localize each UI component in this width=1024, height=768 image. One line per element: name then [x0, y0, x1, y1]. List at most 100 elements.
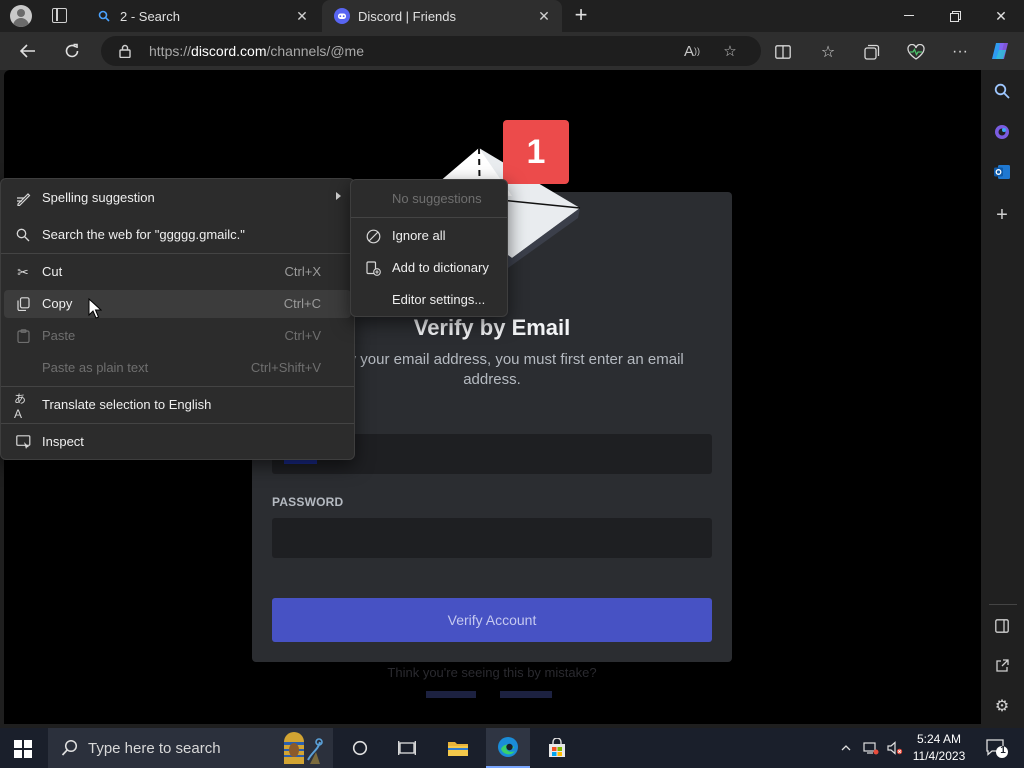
spelling-submenu: No suggestions Ignore all Add to diction… [350, 179, 508, 317]
show-hidden-icons-chevron-icon[interactable] [836, 728, 856, 768]
tab-search[interactable]: 2 - Search ✕ [84, 0, 320, 32]
minimize-button[interactable] [886, 0, 932, 32]
new-tab-button[interactable]: + [569, 4, 593, 28]
search-icon[interactable] [991, 80, 1013, 102]
search-icon [14, 226, 32, 244]
cortana-icon[interactable] [338, 728, 382, 768]
collections-icon[interactable] [861, 41, 883, 63]
network-icon[interactable] [860, 728, 882, 768]
microsoft-store-icon[interactable] [535, 728, 579, 768]
task-view-icon[interactable] [385, 728, 429, 768]
inspect-icon [14, 433, 32, 451]
copy-icon [14, 295, 32, 313]
taskbar-search-placeholder: Type here to search [88, 740, 221, 757]
close-tab-icon[interactable]: ✕ [294, 8, 310, 24]
footer-links[interactable] [252, 687, 732, 702]
menu-item-paste-plain[interactable]: Paste as plain text Ctrl+Shift+V [4, 354, 351, 382]
tab-actions-icon[interactable] [52, 8, 67, 23]
browser-tab-strip: 2 - Search ✕ Discord | Friends ✕ + ✕ [0, 0, 1024, 32]
copilot-sidebar-icon[interactable] [991, 121, 1013, 143]
copilot-icon[interactable] [990, 40, 1012, 62]
close-window-button[interactable]: ✕ [978, 0, 1024, 32]
refresh-button[interactable] [57, 36, 87, 66]
search-icon [96, 8, 112, 24]
menu-item-paste[interactable]: Paste Ctrl+V [4, 322, 351, 350]
menu-item-label: Paste as plain text [42, 360, 149, 375]
menu-divider [1, 423, 354, 424]
context-menu: Spelling suggestion Search the web for "… [0, 178, 355, 460]
menu-item-cut[interactable]: ✂ Cut Ctrl+X [4, 258, 351, 286]
back-button[interactable] [13, 36, 43, 66]
address-bar[interactable]: https://discord.com/channels/@me A)) ☆ [101, 36, 761, 66]
menu-item-label: Search the web for "ggggg.gmailc." [42, 227, 245, 242]
submenu-item-label: Editor settings... [392, 292, 486, 307]
menu-shortcut: Ctrl+C [283, 296, 321, 311]
url-domain: discord.com [191, 43, 267, 59]
edge-browser-icon[interactable] [486, 728, 530, 768]
windows-start-icon[interactable] [14, 740, 32, 758]
tab-label: 2 - Search [120, 8, 180, 24]
menu-shortcut: Ctrl+Shift+V [250, 360, 321, 375]
pen-icon [14, 189, 32, 207]
windows-taskbar: Type here to search 5:24 AM 11/4/2023 1 [0, 728, 1024, 768]
lock-icon[interactable] [119, 44, 131, 59]
dictionary-add-icon [364, 259, 382, 277]
submenu-item-ignore-all[interactable]: Ignore all [354, 222, 504, 250]
menu-item-label: Inspect [42, 434, 84, 449]
notification-badge: 1 [503, 120, 569, 184]
read-aloud-icon[interactable]: A)) [683, 42, 701, 60]
taskbar-clock[interactable]: 5:24 AM 11/4/2023 [900, 731, 978, 765]
submenu-item-add-to-dictionary[interactable]: Add to dictionary [354, 254, 504, 282]
clock-date: 11/4/2023 [912, 749, 966, 763]
file-explorer-icon[interactable] [436, 728, 480, 768]
add-sidebar-app-icon[interactable]: + [991, 204, 1013, 226]
more-options-icon[interactable]: ··· [949, 41, 971, 63]
password-label: PASSWORD [272, 495, 344, 509]
menu-divider [1, 386, 354, 387]
sidebar-divider [989, 604, 1017, 605]
submenu-item-no-suggestions: No suggestions [354, 185, 504, 213]
search-icon [60, 738, 80, 758]
menu-item-spelling-suggestion[interactable]: Spelling suggestion [4, 184, 351, 212]
menu-item-label: Translate selection to English [42, 397, 212, 412]
close-tab-icon[interactable]: ✕ [536, 8, 552, 24]
submenu-item-label: Add to dictionary [392, 260, 489, 275]
settings-gear-icon[interactable]: ⚙ [991, 695, 1013, 717]
menu-item-inspect[interactable]: Inspect [4, 428, 351, 456]
url-text[interactable]: https://discord.com/channels/@me [149, 43, 364, 59]
discord-icon [334, 8, 350, 24]
verify-account-button[interactable]: Verify Account [272, 598, 712, 642]
translate-icon: あA [14, 391, 27, 421]
menu-divider [351, 217, 507, 218]
mouse-cursor-icon [88, 298, 102, 319]
submenu-item-label: Ignore all [392, 228, 446, 243]
submenu-item-label: No suggestions [392, 191, 482, 206]
url-prefix: https:// [149, 43, 192, 59]
chevron-right-icon [336, 192, 341, 200]
outlook-icon[interactable] [991, 161, 1013, 183]
restore-button[interactable] [932, 0, 978, 32]
split-screen-icon[interactable] [772, 41, 794, 63]
hide-sidebar-icon[interactable] [991, 615, 1013, 637]
tab-discord-friends[interactable]: Discord | Friends ✕ [322, 0, 562, 32]
favorite-star-icon[interactable]: ☆ [721, 42, 739, 60]
scissors-icon: ✂ [17, 263, 29, 280]
search-highlight-pharaoh-icon [284, 732, 323, 764]
browser-essentials-icon[interactable] [905, 41, 927, 63]
notification-center-icon[interactable]: 1 [982, 728, 1012, 768]
profile-avatar-icon[interactable] [10, 5, 32, 27]
favorites-icon[interactable]: ☆ [817, 41, 839, 63]
menu-item-translate[interactable]: あA Translate selection to English [4, 391, 351, 421]
tab-label: Discord | Friends [358, 8, 457, 24]
clipboard-icon [14, 327, 32, 345]
open-external-icon[interactable] [991, 655, 1013, 677]
notification-count: 1 [1000, 745, 1006, 756]
submenu-item-editor-settings[interactable]: Editor settings... [354, 286, 504, 314]
taskbar-search-box[interactable]: Type here to search [48, 728, 333, 768]
menu-divider [1, 253, 354, 254]
password-field[interactable] [272, 518, 712, 558]
menu-item-search-web[interactable]: Search the web for "ggggg.gmailc." [4, 221, 351, 249]
clock-time: 5:24 AM [916, 732, 962, 746]
menu-item-copy[interactable]: Copy Ctrl+C [4, 290, 351, 318]
menu-shortcut: Ctrl+V [284, 328, 321, 343]
